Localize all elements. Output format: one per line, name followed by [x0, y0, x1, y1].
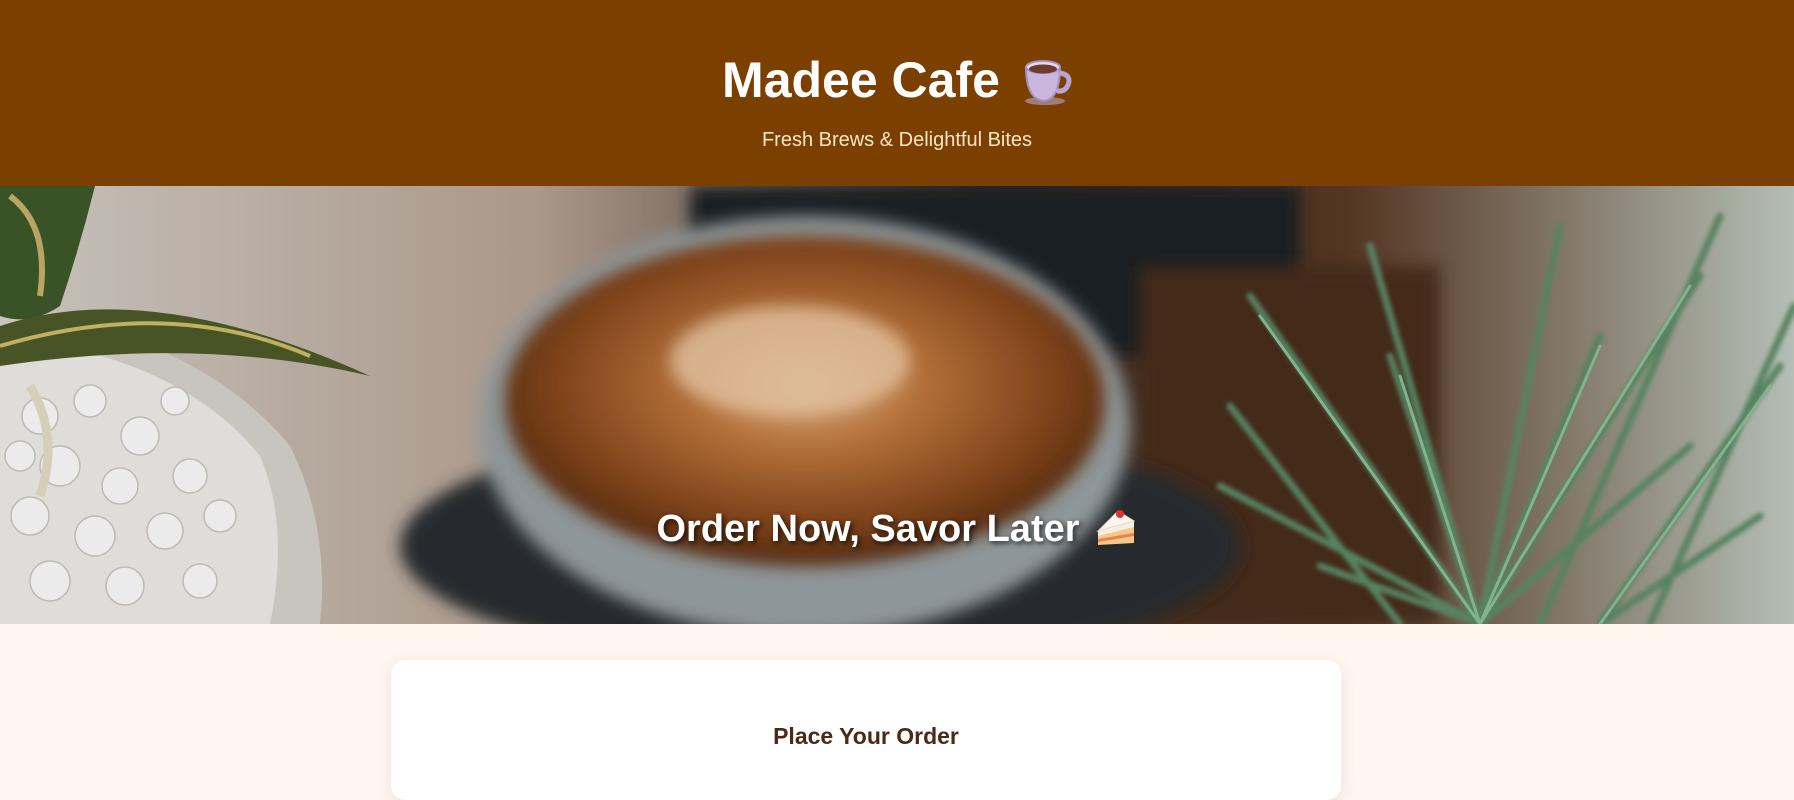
cake-slice-icon	[1094, 505, 1138, 549]
site-tagline: Fresh Brews & Delightful Bites	[761, 129, 1033, 151]
hero-headline: Order Now, Savor Later	[656, 508, 1080, 550]
site-title: Madee Cafe	[722, 52, 1000, 108]
site-title-row: Madee Cafe	[0, 50, 1794, 111]
coffee-mug-icon	[1018, 53, 1072, 107]
order-form-card: Place Your Order	[391, 660, 1341, 800]
order-form-title: Place Your Order	[773, 723, 959, 749]
site-header: Madee Cafe Fresh Brews & Delightful Bite…	[0, 0, 1794, 186]
hero-banner: Order Now, Savor Later	[0, 186, 1794, 624]
hero-headline-row: Order Now, Savor Later	[0, 508, 1794, 553]
latte-with-plants-photo	[0, 186, 1794, 624]
